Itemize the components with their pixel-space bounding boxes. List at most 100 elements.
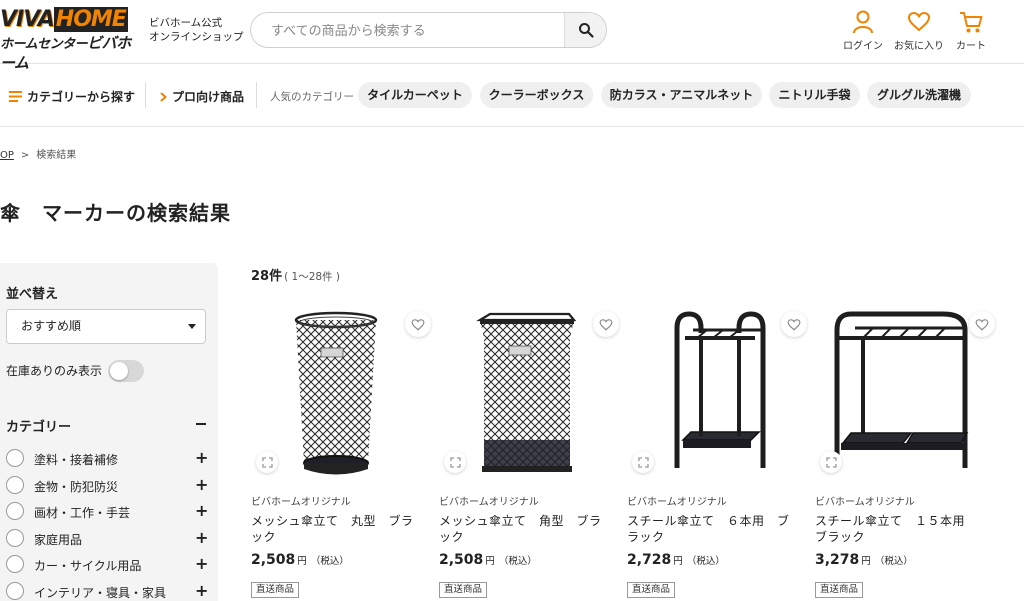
expand-plus-icon[interactable]: + [195,556,208,572]
logo-wordmark: VIVAHOME [0,7,128,32]
radio-button[interactable] [6,529,24,547]
cart-icon [960,12,983,33]
category-label: 画材・工作・手芸 [34,506,131,520]
result-count-total: 28件 [251,269,283,284]
zoom-button[interactable] [444,451,466,473]
chip-washing-machine[interactable]: グルグル洗濯機 [867,82,971,108]
stock-only-toggle[interactable] [108,360,144,382]
price-unit: 円 [861,556,871,567]
favorite-button[interactable] [969,311,995,337]
product-card[interactable]: ビバホームオリジナル スチール傘立て ６本用 ブラック 2,728 円（税込） 直… [627,298,807,601]
product-price: 2,508 円（税込） [439,552,537,568]
category-nav: カテゴリーから探す プロ向け商品 人気のカテゴリー タイルカーペット クーラーボ… [0,64,1024,127]
site-logo[interactable]: VIVAHOME ホームセンタービバホーム [0,7,140,72]
heart-icon [907,11,931,32]
zoom-button[interactable] [632,451,654,473]
product-brand: ビバホームオリジナル [439,497,539,508]
nav-divider [256,82,257,108]
category-heading: カテゴリー [6,420,72,435]
price-value: 2,728 [627,552,672,568]
chip-cooler-box[interactable]: クーラーボックス [480,82,593,108]
radio-button[interactable] [6,476,24,494]
category-row[interactable]: 家庭用品 + [6,528,211,548]
zoom-button[interactable] [820,451,842,473]
heart-icon [599,318,613,331]
price-unit: 円 [673,556,683,567]
direct-ship-badge: 直送商品 [627,582,676,598]
category-menu-button[interactable]: カテゴリーから探す [9,88,135,105]
person-icon [853,10,873,34]
radio-button[interactable] [6,582,24,600]
expand-plus-icon[interactable]: + [195,503,208,519]
product-image-round-mesh-stand[interactable] [251,298,431,488]
product-image-steel-stand-15[interactable] [815,298,995,488]
price-tax-note: （税込） [686,556,725,567]
expand-icon [637,456,649,468]
radio-button[interactable] [6,449,24,467]
favorite-button[interactable] [593,311,619,337]
search-bar [250,12,607,48]
login-button[interactable]: ログイン [833,10,893,52]
breadcrumb-separator: > [20,150,30,161]
zoom-button[interactable] [256,451,278,473]
popular-categories-label: 人気のカテゴリー [270,91,354,103]
expand-plus-icon[interactable]: + [195,583,208,599]
radio-button[interactable] [6,555,24,573]
expand-plus-icon[interactable]: + [195,530,208,546]
logo-viva-text: VIVA [0,7,55,32]
category-row[interactable]: 金物・防犯防災 + [6,475,211,495]
product-name[interactable]: メッシュ傘立て 角型 ブラック [439,513,611,545]
search-icon [578,23,594,38]
breadcrumb-current: 検索結果 [36,150,77,161]
chip-crow-net[interactable]: 防カラス・アニマルネット [601,82,762,108]
category-row[interactable]: インテリア・寝具・家具 + [6,581,211,601]
product-card[interactable]: ビバホームオリジナル スチール傘立て １５本用 ブラック 3,278 円（税込） … [815,298,995,601]
filter-sidebar: 並べ替え おすすめ順 在庫ありのみ表示 カテゴリー 塗料・接着補修 + 金物・防犯… [0,263,218,601]
sort-select[interactable]: おすすめ順 [6,309,206,344]
product-brand: ビバホームオリジナル [815,497,915,508]
dropdown-caret-icon [188,324,196,329]
sort-heading: 並べ替え [6,287,59,302]
category-row[interactable]: 塗料・接着補修 + [6,448,211,468]
product-image-steel-stand-6[interactable] [627,298,807,488]
category-row[interactable]: 画材・工作・手芸 + [6,501,211,521]
price-value: 2,508 [439,552,484,568]
price-unit: 円 [297,556,307,567]
expand-plus-icon[interactable]: + [195,477,208,493]
price-unit: 円 [485,556,495,567]
favorites-button[interactable]: お気に入り [889,10,949,52]
favorite-button[interactable] [405,311,431,337]
radio-button[interactable] [6,502,24,520]
expand-plus-icon[interactable]: + [195,450,208,466]
cart-label: カート [956,41,986,52]
pro-products-link[interactable]: プロ向け商品 [160,88,244,105]
category-row[interactable]: カー・サイクル用品 + [6,554,211,574]
tagline-line1: ビバホーム公式 [149,17,223,29]
search-button[interactable] [564,13,606,47]
category-label: 金物・防犯防災 [34,480,119,494]
product-image-square-mesh-stand[interactable] [439,298,619,488]
product-card[interactable]: ビバホームオリジナル メッシュ傘立て 角型 ブラック 2,508 円（税込） 直送… [439,298,619,601]
logo-subtext: ホームセンタービバホーム [0,34,140,72]
product-card[interactable]: ビバホームオリジナル メッシュ傘立て 丸型 ブラック 2,508 円（税込） 直送… [251,298,431,601]
collapse-minus-icon[interactable] [196,423,206,425]
chevron-right-icon [160,91,167,102]
favorite-button[interactable] [781,311,807,337]
category-label: 塗料・接着補修 [34,453,119,467]
heart-icon [411,318,425,331]
page-title: 傘 マーカーの検索結果 [0,201,231,225]
cart-button[interactable]: カート [941,10,1001,52]
tagline-line2: オンラインショップ [149,31,244,43]
product-name[interactable]: メッシュ傘立て 丸型 ブラック [251,513,423,545]
search-input[interactable] [251,13,561,47]
product-price: 3,278 円（税込） [815,552,913,568]
chip-nitrile-gloves[interactable]: ニトリル手袋 [769,82,860,108]
direct-ship-badge: 直送商品 [439,582,488,598]
product-price: 2,728 円（税込） [627,552,725,568]
breadcrumb-top-link[interactable]: OP [0,150,14,161]
product-name[interactable]: スチール傘立て ６本用 ブラック [627,513,799,545]
hamburger-icon [9,91,22,102]
login-label: ログイン [843,41,883,52]
product-name[interactable]: スチール傘立て １５本用 ブラック [815,513,987,545]
chip-tile-carpet[interactable]: タイルカーペット [358,82,472,108]
